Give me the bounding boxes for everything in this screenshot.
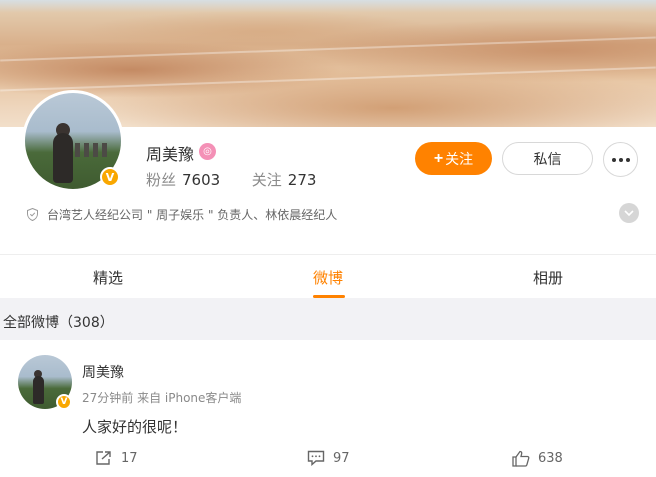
avatar-figure bbox=[53, 133, 73, 183]
like-count: 638 bbox=[538, 450, 563, 466]
post-author-name[interactable]: 周美豫 bbox=[82, 362, 124, 382]
message-button[interactable]: 私信 bbox=[502, 142, 593, 175]
divider bbox=[0, 254, 656, 255]
verified-badge-icon: V bbox=[100, 167, 120, 187]
post-meta: 27分钟前 来自 iPhone客户端 bbox=[82, 391, 242, 405]
tab-featured[interactable]: 精选 bbox=[93, 267, 123, 288]
like-button[interactable]: 638 bbox=[512, 449, 563, 467]
all-posts-count[interactable]: 全部微博（308） bbox=[3, 312, 114, 332]
comment-count: 97 bbox=[333, 450, 350, 466]
fans-label: 粉丝 bbox=[146, 171, 177, 189]
repost-icon bbox=[96, 451, 111, 465]
profile-page: V 周美豫 ◎ 粉丝 7603 关注 273 + 关注 私信 台湾艺人经纪公司 " … bbox=[0, 0, 656, 477]
expand-bio-button[interactable] bbox=[619, 203, 639, 223]
chevron-down-icon bbox=[624, 210, 634, 216]
comment-icon bbox=[307, 450, 325, 466]
shield-icon bbox=[27, 208, 38, 221]
repost-button[interactable]: 17 bbox=[95, 449, 138, 467]
avatar-stones bbox=[75, 143, 109, 157]
avatar-figure bbox=[33, 376, 44, 404]
plus-icon: + bbox=[433, 149, 444, 167]
following-count: 273 bbox=[287, 171, 317, 189]
tab-album[interactable]: 相册 bbox=[533, 267, 563, 288]
tab-weibo[interactable]: 微博 bbox=[313, 267, 343, 288]
more-dot-icon bbox=[611, 157, 616, 162]
post-text[interactable]: 人家好的很呢！ bbox=[82, 416, 187, 437]
cover-ridge bbox=[0, 36, 656, 62]
more-dot-icon bbox=[618, 157, 623, 162]
follow-button-label: 关注 bbox=[445, 150, 474, 167]
following-stat[interactable]: 关注 273 bbox=[252, 171, 317, 189]
member-badge-icon[interactable]: ◎ bbox=[199, 143, 216, 160]
profile-bio: 台湾艺人经纪公司 " 周子娱乐 " 负责人、林依晨经纪人 bbox=[47, 208, 338, 222]
fans-stat[interactable]: 粉丝 7603 bbox=[146, 171, 225, 189]
verified-badge-icon: V bbox=[56, 394, 72, 410]
profile-name: 周美豫 bbox=[146, 145, 195, 164]
cover-ridge bbox=[0, 66, 656, 92]
more-options-button[interactable] bbox=[603, 142, 638, 177]
profile-stats: 粉丝 7603 关注 273 bbox=[146, 169, 316, 190]
more-dot-icon bbox=[625, 157, 630, 162]
thumbs-up-icon bbox=[512, 450, 530, 467]
fans-count: 7603 bbox=[182, 171, 221, 189]
repost-count: 17 bbox=[121, 450, 138, 466]
follow-button[interactable]: + 关注 bbox=[415, 142, 492, 175]
comment-button[interactable]: 97 bbox=[307, 449, 350, 467]
following-label: 关注 bbox=[251, 171, 282, 189]
